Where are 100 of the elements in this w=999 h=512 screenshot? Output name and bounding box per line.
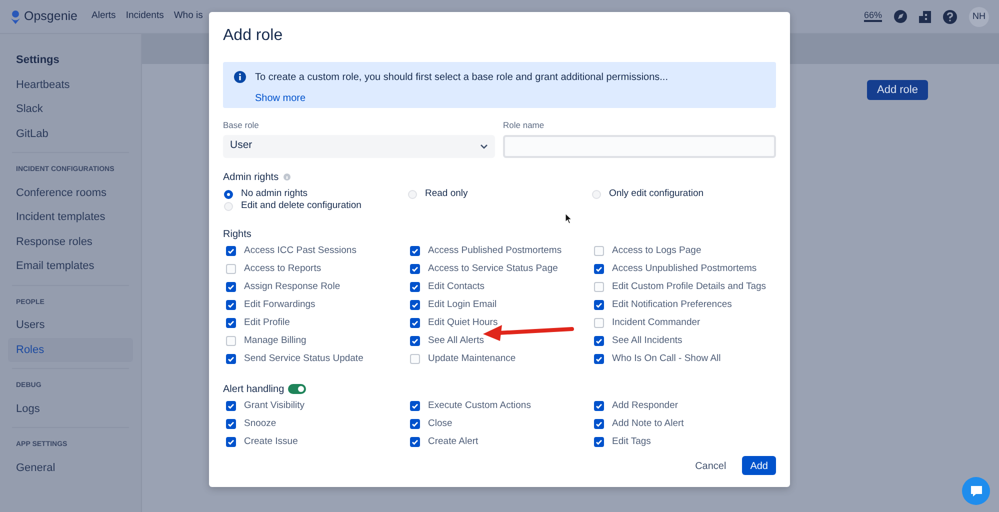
checkbox-label: Execute Custom Actions [428, 398, 531, 413]
sidebar-item[interactable]: Email templates [8, 254, 133, 278]
checkbox-label: Edit Quiet Hours [428, 316, 498, 330]
checkbox[interactable] [226, 246, 236, 256]
checkbox-label: See All Alerts [428, 334, 484, 348]
add-button[interactable]: Add [742, 456, 776, 475]
checkbox[interactable] [226, 264, 236, 274]
sidebar-item[interactable]: Conference rooms [8, 180, 133, 205]
checkbox-label: Edit Contacts [428, 280, 484, 294]
checkbox-label: Access to Logs Page [612, 244, 702, 258]
sidebar-item[interactable]: Roles [8, 338, 133, 362]
checkbox-label: See All Incidents [612, 334, 682, 348]
radio-label: Read only [425, 186, 468, 201]
checkbox[interactable] [410, 318, 420, 328]
checkbox[interactable] [226, 354, 236, 364]
checkbox[interactable] [594, 282, 604, 292]
base-role-select[interactable]: User [223, 134, 495, 158]
checkbox[interactable] [410, 400, 420, 411]
role-name-input[interactable] [503, 134, 776, 158]
chat-button[interactable] [962, 477, 990, 505]
nav-link[interactable]: Incidents [126, 9, 164, 24]
checkbox-label: Grant Visibility [244, 398, 305, 413]
field-label: Role name [503, 119, 546, 132]
sidebar-item[interactable]: Heartbeats [8, 72, 133, 97]
checkbox-label: Edit Custom Profile Details and Tags [612, 280, 766, 294]
checkbox-label: Send Service Status Update [244, 352, 364, 366]
zoom-level[interactable]: 66% [864, 10, 882, 22]
toggle-switch[interactable] [288, 384, 306, 394]
mouse-cursor-icon [565, 213, 572, 224]
checkbox[interactable] [226, 400, 236, 411]
checkbox[interactable] [226, 300, 236, 310]
checkbox-label: Incident Commander [612, 316, 700, 330]
info-icon [234, 71, 246, 83]
sidebar-item[interactable]: Logs [8, 396, 133, 421]
sidebar-item[interactable]: GitLab [8, 122, 133, 146]
radio-label: Edit and delete configuration [241, 199, 362, 214]
checkbox[interactable] [410, 300, 420, 310]
checkbox-label: Create Issue [244, 434, 298, 449]
sidebar-title: Settings [15, 53, 60, 68]
checkbox[interactable] [594, 300, 604, 310]
checkbox-label: Snooze [244, 416, 276, 431]
help-icon[interactable] [943, 10, 957, 24]
checkbox[interactable] [410, 282, 420, 292]
checkbox[interactable] [410, 264, 420, 274]
checkbox[interactable] [226, 336, 236, 346]
sidebar-item[interactable]: Slack [8, 97, 133, 122]
checkbox-label: Manage Billing [244, 334, 306, 348]
section-label: Admin rights [223, 170, 279, 185]
logo-text: Opsgenie [24, 8, 78, 26]
add-role-button[interactable]: Add role [867, 80, 928, 100]
logo-icon [10, 10, 21, 24]
cancel-button[interactable]: Cancel [687, 456, 734, 477]
info-text: To create a custom role, you should first select a base role and grant additional permissions... [255, 71, 669, 85]
checkbox-label: Access Unpublished Postmortems [612, 262, 757, 276]
checkbox-label: Assign Response Role [244, 280, 340, 294]
checkbox-label: Create Alert [428, 434, 478, 449]
checkbox[interactable] [410, 418, 420, 429]
checkbox[interactable] [594, 318, 604, 328]
checkbox[interactable] [594, 436, 604, 447]
checkbox[interactable] [594, 336, 604, 346]
checkbox-label: Access Published Postmortems [428, 244, 562, 258]
compass-icon[interactable] [894, 10, 907, 23]
checkbox[interactable] [410, 354, 420, 364]
radio-button[interactable] [224, 190, 233, 198]
checkbox[interactable] [594, 264, 604, 274]
building-icon[interactable] [919, 10, 931, 22]
checkbox[interactable] [594, 418, 604, 429]
checkbox[interactable] [410, 436, 420, 447]
nav-link[interactable]: Who is [174, 9, 203, 24]
checkbox[interactable] [226, 282, 236, 292]
checkbox-label: Add Responder [612, 398, 678, 413]
chevron-down-icon [480, 144, 488, 149]
checkbox[interactable] [410, 336, 420, 346]
modal-title: Add role [223, 26, 284, 46]
checkbox-label: Add Note to Alert [612, 416, 684, 431]
checkbox-label: Access to Service Status Page [428, 262, 558, 276]
checkbox-label: Access ICC Past Sessions [244, 244, 356, 258]
checkbox-label: Edit Login Email [428, 298, 497, 312]
checkbox-label: Edit Forwardings [244, 298, 316, 312]
avatar[interactable]: NH [969, 6, 989, 26]
checkbox-label: Access to Reports [244, 262, 322, 276]
checkbox[interactable] [226, 318, 236, 328]
chat-icon [970, 485, 982, 497]
nav-link[interactable]: Alerts [92, 9, 116, 24]
checkbox[interactable] [226, 418, 236, 429]
radio-label: No admin rights [241, 186, 308, 201]
section-label: Alert handling [223, 382, 284, 397]
sidebar-item[interactable]: Response roles [8, 230, 133, 254]
sidebar-item[interactable]: Incident templates [8, 205, 133, 230]
checkbox[interactable] [594, 246, 604, 256]
checkbox-label: Who Is On Call - Show All [612, 352, 721, 366]
checkbox-label: Edit Notification Preferences [612, 298, 732, 312]
section-label: Rights [223, 228, 252, 242]
checkbox[interactable] [226, 436, 236, 447]
show-more-link[interactable]: Show more [255, 91, 306, 106]
checkbox[interactable] [594, 354, 604, 364]
checkbox[interactable] [594, 400, 604, 411]
sidebar-item[interactable]: General [8, 456, 133, 480]
sidebar-item[interactable]: Users [8, 313, 133, 338]
checkbox[interactable] [410, 246, 420, 256]
